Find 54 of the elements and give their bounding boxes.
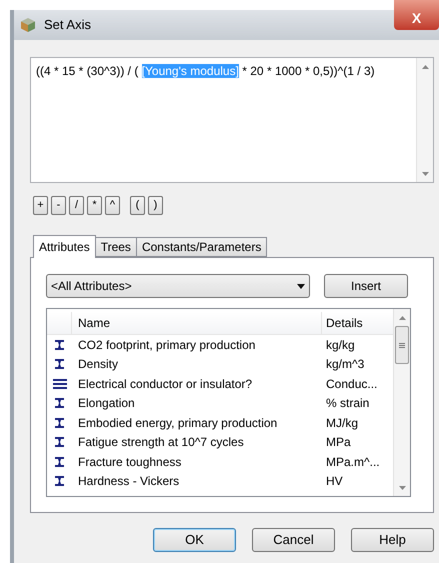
range-icon [55, 476, 64, 486]
operator-button[interactable]: - [51, 196, 66, 215]
attribute-unit: HV [325, 473, 344, 490]
tab[interactable]: Constants/Parameters [136, 237, 268, 257]
attribute-unit: kg/m^3 [325, 356, 366, 374]
attribute-unit: MPa [325, 434, 352, 452]
lines-icon [52, 378, 66, 389]
attribute-name[interactable]: Fatigue strength at 10^7 cycles [72, 433, 322, 452]
range-icon [55, 437, 64, 448]
operator-button[interactable]: ( [130, 196, 145, 215]
insert-button[interactable]: Insert [324, 274, 408, 298]
operator-button[interactable]: ^ [105, 196, 120, 215]
operator-button[interactable]: + [33, 196, 48, 215]
attribute-name[interactable]: Density [72, 355, 322, 374]
expression-field[interactable]: ((4 * 15 * (30^3)) / ( [Young's modulus] * 20 * 1000 * 0,5))^(1 / 3) [30, 57, 434, 183]
close-button[interactable]: X [394, 0, 439, 30]
tab[interactable]: Trees [94, 237, 137, 257]
scrollbar[interactable] [416, 58, 433, 182]
cube-icon [20, 17, 36, 33]
attribute-name[interactable]: Electrical conductor or insulator? [72, 374, 322, 393]
column-header[interactable]: Name [72, 312, 322, 334]
attribute-name[interactable]: Hardness - Vickers [72, 472, 322, 490]
attribute-name[interactable]: Elongation [72, 394, 322, 412]
dialog-button[interactable]: Help [351, 528, 434, 552]
down-arrow-icon[interactable] [398, 486, 406, 490]
attribute-name[interactable]: Embodied energy, primary production [72, 414, 322, 432]
tab[interactable]: Attributes [33, 235, 96, 258]
window-title: Set Axis [44, 16, 91, 34]
scrollbar[interactable] [393, 309, 410, 496]
attribute-dropdown[interactable]: <All Attributes> [46, 274, 310, 298]
attribute-unit: kg/kg [325, 336, 356, 354]
scroll-thumb[interactable] [395, 326, 409, 364]
dialog-button[interactable]: Cancel [252, 528, 335, 552]
attribute-unit: MJ/kg [325, 414, 360, 432]
operator-button[interactable]: * [87, 196, 102, 215]
operator-button[interactable]: ) [148, 196, 163, 215]
column-header[interactable]: Details [322, 312, 393, 334]
up-arrow-icon[interactable] [398, 316, 406, 320]
attribute-unit: Conduc... [325, 376, 378, 393]
attribute-unit: % strain [325, 395, 370, 412]
dialog-button[interactable]: OK [153, 528, 236, 552]
range-icon [55, 456, 64, 467]
down-arrow-icon[interactable] [422, 172, 428, 176]
range-icon [55, 398, 64, 408]
caret-icon [297, 284, 305, 288]
operator-button[interactable]: / [69, 196, 84, 215]
attribute-unit: MPa.m^... [325, 454, 381, 471]
up-arrow-icon[interactable] [422, 64, 428, 68]
range-icon [55, 340, 64, 350]
attribute-name[interactable]: Fracture toughness [72, 452, 322, 471]
attribute-name[interactable]: CO2 footprint, primary production [72, 336, 322, 354]
expression-text: ((4 * 15 * (30^3)) / ( [Young's modulus] * 20 * 1000 * 0,5))^(1 / 3) [36, 64, 375, 78]
range-icon [55, 418, 64, 428]
range-icon [55, 359, 64, 370]
